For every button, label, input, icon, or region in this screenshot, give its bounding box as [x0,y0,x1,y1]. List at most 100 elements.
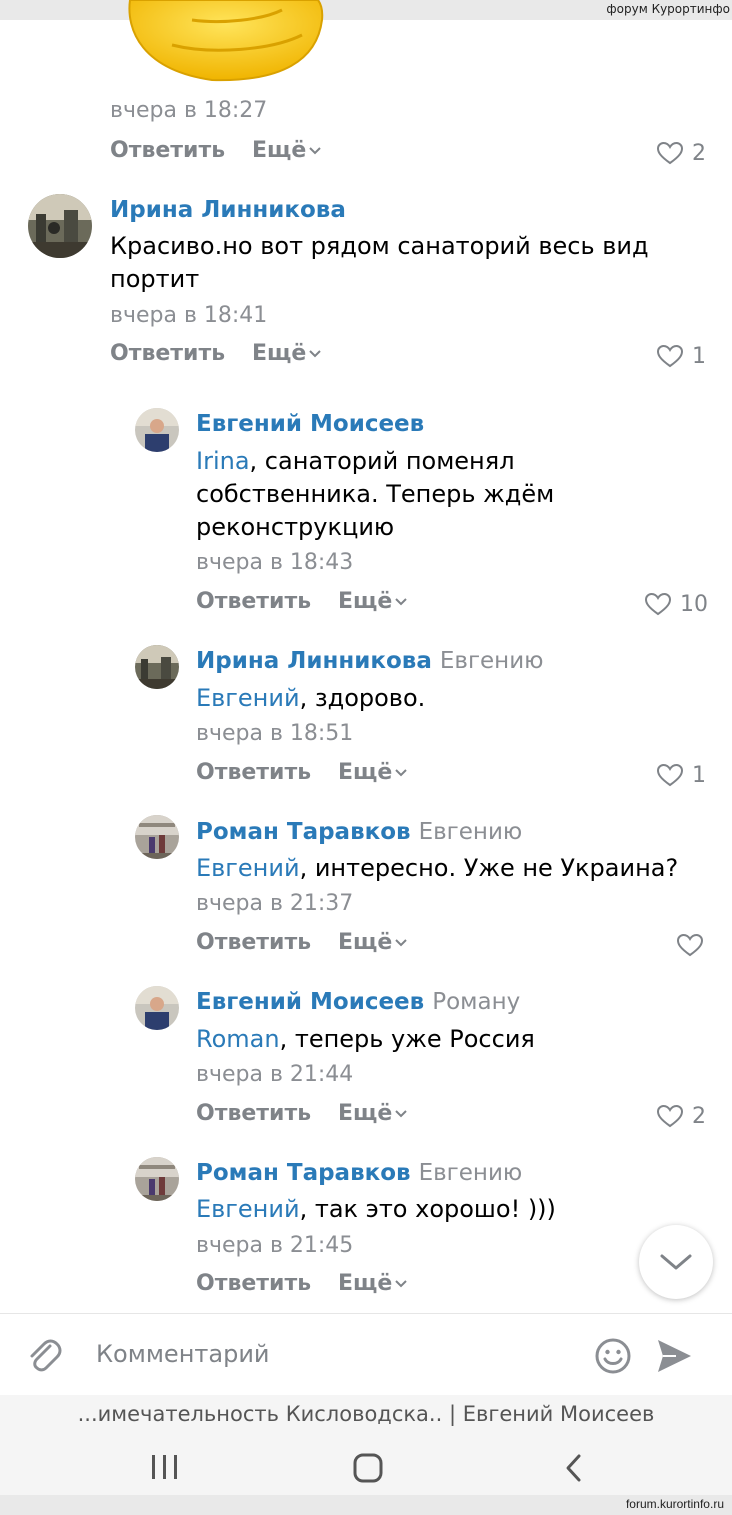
more-label: Ещё [338,760,393,785]
reply-to[interactable]: Евгению [419,819,523,845]
reply-button[interactable]: Ответить [196,1101,311,1126]
comment-time: вчера в 18:43 [196,550,354,575]
comment-time: вчера в 18:41 [110,303,268,328]
comment-text: Евгений, здорово. [196,682,696,715]
more-button[interactable]: Ещё [338,1271,408,1296]
like-button[interactable]: 10 [644,589,708,619]
comment-header: Евгений Моисеев [196,410,424,438]
comment-body: , теперь уже Россия [279,1025,535,1053]
more-button[interactable]: Ещё [338,930,408,955]
chevron-down-icon [309,350,321,358]
avatar[interactable] [28,194,92,258]
like-count: 1 [692,762,706,788]
like-button[interactable]: 2 [656,1101,706,1131]
reply-button[interactable]: Ответить [110,341,225,366]
comment-header: Роман Таравков Евгению [196,818,522,846]
top-watermark-bar: форум Курортинфо [0,0,732,20]
reply-button[interactable]: Ответить [196,589,311,614]
chevron-down-icon [660,1254,692,1270]
paperclip-icon[interactable] [24,1336,64,1376]
heart-icon [656,1104,684,1128]
like-count: 2 [692,1103,706,1129]
comment-actions: Ответить Ещё 1 [196,760,716,790]
reply-button[interactable]: Ответить [196,760,311,785]
author-name[interactable]: Ирина Линникова [196,648,432,674]
comment-time: вчера в 21:37 [196,891,354,916]
mention-link[interactable]: Irina [196,447,250,475]
reply-button[interactable]: Ответить [196,930,311,955]
watermark-top: форум Курортинфо [606,2,730,16]
more-button[interactable]: Ещё [252,138,322,163]
comment-actions: Ответить Ещё [196,930,716,960]
author-name[interactable]: Роман Таравков [196,819,411,845]
watermark-bottom: forum.kurortinfo.ru [625,1497,724,1511]
like-button[interactable]: 1 [656,341,706,371]
scroll-down-button[interactable] [639,1225,713,1299]
reply-button[interactable]: Ответить [110,138,225,163]
avatar[interactable] [135,815,179,859]
reply-button[interactable]: Ответить [196,1271,311,1296]
author-name[interactable]: Евгений Моисеев [196,411,424,437]
avatar[interactable] [135,645,179,689]
comment-text: Roman, теперь уже Россия [196,1023,696,1056]
comment-actions: Ответить Ещё 2 [196,1101,716,1131]
avatar[interactable] [135,408,179,452]
comment-text: Евгений, так это хорошо! ))) [196,1193,616,1226]
reply-to[interactable]: Евгению [440,648,544,674]
more-button[interactable]: Ещё [252,341,322,366]
comment-body: , так это хорошо! ))) [299,1195,556,1223]
more-label: Ещё [252,341,307,366]
reply-to[interactable]: Евгению [419,1160,523,1186]
back-icon[interactable] [562,1453,586,1483]
comment-time: вчера в 18:51 [196,721,354,746]
comment-time: вчера в 21:44 [196,1062,354,1087]
chevron-down-icon [395,939,407,947]
like-button[interactable]: 2 [656,138,706,168]
more-button[interactable]: Ещё [338,589,408,614]
comment-text: Irina, санаторий поменял собственника. Т… [196,445,616,544]
like-button[interactable] [676,930,712,960]
like-button[interactable]: 1 [656,760,706,790]
comment-header: Ирина Линникова Евгению [196,647,544,675]
chevron-down-icon [395,598,407,606]
comment-composer: Комментарий [0,1313,732,1395]
comment-body: , интересно. Уже не Украина? [299,854,679,882]
chevron-down-icon [395,1280,407,1288]
comment-text: Евгений, интересно. Уже не Украина? [196,852,716,885]
chevron-down-icon [309,147,321,155]
comment-header: Ирина Линникова [110,196,346,224]
more-label: Ещё [252,138,307,163]
avatar[interactable] [135,1157,179,1201]
more-label: Ещё [338,930,393,955]
comment-actions: Ответить Ещё 2 [110,138,710,168]
mention-link[interactable]: Евгений [196,1195,300,1223]
avatar[interactable] [135,986,179,1030]
mention-link[interactable]: Roman [196,1025,280,1053]
comment-header: Евгений Моисеев Роману [196,988,520,1016]
mention-link[interactable]: Евгений [196,854,300,882]
sticker-image [112,0,332,82]
heart-icon [656,763,684,787]
more-label: Ещё [338,1101,393,1126]
heart-icon [656,344,684,368]
bottom-watermark-bar: forum.kurortinfo.ru [0,1495,732,1515]
comment-body: , санаторий поменял собственника. Теперь… [196,447,555,541]
comment-input[interactable]: Комментарий [96,1340,270,1368]
mention-link[interactable]: Евгений [196,684,300,712]
recent-apps-icon[interactable] [150,1453,180,1481]
system-nav-bar [0,1435,732,1495]
author-name[interactable]: Роман Таравков [196,1160,411,1186]
author-name[interactable]: Ирина Линникова [110,197,346,223]
comment-time: вчера в 21:45 [196,1233,354,1258]
send-icon[interactable] [654,1336,694,1376]
home-icon[interactable] [353,1453,383,1483]
heart-icon [656,141,684,165]
more-button[interactable]: Ещё [338,1101,408,1126]
more-button[interactable]: Ещё [338,760,408,785]
emoji-icon[interactable] [594,1337,632,1375]
author-name[interactable]: Евгений Моисеев [196,989,424,1015]
comment-header: Роман Таравков Евгению [196,1159,522,1187]
chevron-down-icon [395,769,407,777]
comment-text: Красиво.но вот рядом санаторий весь вид … [110,232,649,293]
reply-to[interactable]: Роману [432,989,520,1015]
